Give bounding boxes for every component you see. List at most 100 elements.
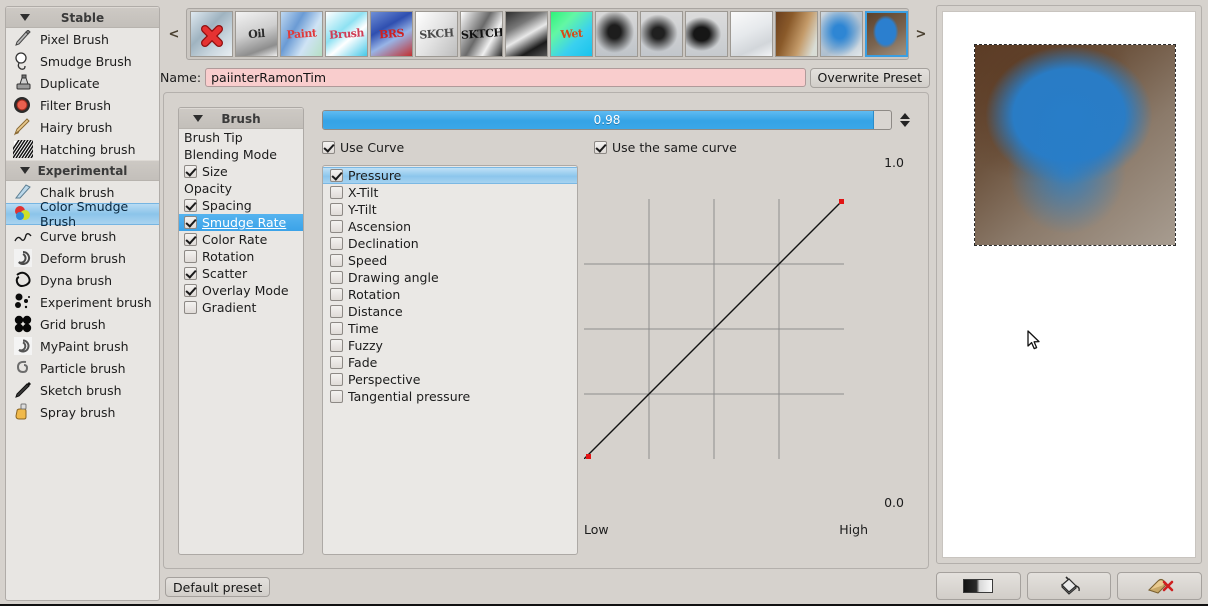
preset-thumb-14[interactable]	[820, 11, 863, 57]
preset-thumb-13[interactable]	[775, 11, 818, 57]
sensor-pressure[interactable]: Pressure	[323, 167, 577, 184]
preset-thumb-10[interactable]	[640, 11, 683, 57]
sensor-fuzzy[interactable]: Fuzzy	[323, 337, 577, 354]
sensor-drawing-angle[interactable]: Drawing angle	[323, 269, 577, 286]
preset-strip-next-button[interactable]: >	[913, 27, 929, 42]
brush-option-smudge-rate-checkbox[interactable]	[184, 216, 197, 229]
preset-thumb-9[interactable]	[595, 11, 638, 57]
sensor-ascension-checkbox[interactable]	[330, 220, 343, 233]
sensor-drawing-angle-checkbox[interactable]	[330, 271, 343, 284]
sensor-rotation-checkbox[interactable]	[330, 288, 343, 301]
sensor-tangential-pressure[interactable]: Tangential pressure	[323, 388, 577, 405]
sidebar-item-experiment-brush[interactable]: Experiment brush	[6, 291, 159, 313]
preset-thumb-6[interactable]: SKTCH	[460, 11, 503, 57]
sensor-y-tilt-checkbox[interactable]	[330, 203, 343, 216]
brush-option-size[interactable]: Size	[179, 163, 303, 180]
sensor-speed[interactable]: Speed	[323, 252, 577, 269]
sensor-fuzzy-checkbox[interactable]	[330, 339, 343, 352]
brush-option-gradient[interactable]: Gradient	[179, 299, 303, 316]
use-curve-checkbox-row[interactable]: Use Curve	[322, 140, 404, 155]
sensor-distance[interactable]: Distance	[323, 303, 577, 320]
overwrite-preset-button[interactable]: Overwrite Preset	[809, 67, 930, 88]
sensor-pressure-checkbox[interactable]	[330, 169, 343, 182]
use-same-curve-checkbox[interactable]	[594, 141, 607, 154]
brush-option-opacity[interactable]: Opacity	[179, 180, 303, 197]
brush-option-overlay-mode[interactable]: Overlay Mode	[179, 282, 303, 299]
sensor-perspective[interactable]: Perspective	[323, 371, 577, 388]
brush-option-spacing[interactable]: Spacing	[179, 197, 303, 214]
sidebar-item-deform-brush[interactable]: Deform brush	[6, 247, 159, 269]
sidebar-group-header-stable[interactable]: Stable	[6, 7, 159, 28]
preset-thumb-12[interactable]	[730, 11, 773, 57]
preset-thumb-15[interactable]	[865, 11, 908, 57]
spinner-down-icon[interactable]	[900, 121, 910, 127]
sidebar-item-dyna-brush[interactable]: Dyna brush	[6, 269, 159, 291]
brush-option-scatter-checkbox[interactable]	[184, 267, 197, 280]
scratchpad-canvas[interactable]	[942, 11, 1196, 558]
brush-option-brush-tip[interactable]: Brush Tip	[179, 129, 303, 146]
default-preset-button[interactable]: Default preset	[165, 577, 271, 597]
preset-thumb-3[interactable]: Brush	[325, 11, 368, 57]
sidebar-item-spray-brush[interactable]: Spray brush	[6, 401, 159, 423]
brush-option-gradient-checkbox[interactable]	[184, 301, 197, 314]
sidebar-item-sketch-brush[interactable]: Sketch brush	[6, 379, 159, 401]
brush-option-blending-mode[interactable]: Blending Mode	[179, 146, 303, 163]
brush-option-scatter[interactable]: Scatter	[179, 265, 303, 282]
sensor-distance-checkbox[interactable]	[330, 305, 343, 318]
sensor-x-tilt[interactable]: X-Tilt	[323, 184, 577, 201]
brush-option-rotation[interactable]: Rotation	[179, 248, 303, 265]
sensor-time-checkbox[interactable]	[330, 322, 343, 335]
sensor-ascension[interactable]: Ascension	[323, 218, 577, 235]
brush-option-size-checkbox[interactable]	[184, 165, 197, 178]
sensor-declination-checkbox[interactable]	[330, 237, 343, 250]
brush-option-spacing-checkbox[interactable]	[184, 199, 197, 212]
brush-option-color-rate-checkbox[interactable]	[184, 233, 197, 246]
use-same-curve-checkbox-row[interactable]: Use the same curve	[594, 140, 737, 155]
fill-scratchpad-button[interactable]	[1026, 572, 1112, 600]
slider-spinner[interactable]	[898, 109, 912, 131]
sensor-fade-checkbox[interactable]	[330, 356, 343, 369]
preset-thumb-8[interactable]: Wet	[550, 11, 593, 57]
brush-engine-sidebar[interactable]: Stable Pixel Brush Smudge Brush Duplicate Fi…	[5, 6, 160, 601]
preset-name-input[interactable]	[205, 68, 806, 87]
sidebar-item-particle-brush[interactable]: Particle brush	[6, 357, 159, 379]
preset-thumb-4[interactable]: BRS	[370, 11, 413, 57]
curve-editor-canvas[interactable]	[584, 199, 844, 459]
preset-thumb-7[interactable]	[505, 11, 548, 57]
sensor-tangential-pressure-checkbox[interactable]	[330, 390, 343, 403]
curve-control-point[interactable]	[586, 454, 591, 459]
preset-thumb-2[interactable]: Paint	[280, 11, 323, 57]
sensor-list[interactable]: Pressure X-Tilt Y-Tilt Ascension Declination…	[322, 165, 578, 555]
sidebar-item-smudge-brush[interactable]: Smudge Brush	[6, 50, 159, 72]
brush-option-list[interactable]: Brush Brush Tip Blending Mode Size Opacity S…	[178, 107, 304, 555]
preset-thumb-0[interactable]	[190, 11, 233, 57]
sensor-speed-checkbox[interactable]	[330, 254, 343, 267]
sensor-y-tilt[interactable]: Y-Tilt	[323, 201, 577, 218]
sidebar-item-filter-brush[interactable]: Filter Brush	[6, 94, 159, 116]
sidebar-item-pixel-brush[interactable]: Pixel Brush	[6, 28, 159, 50]
sidebar-item-duplicate[interactable]: Duplicate	[6, 72, 159, 94]
brush-option-rotation-checkbox[interactable]	[184, 250, 197, 263]
preset-thumb-5[interactable]: SKCH	[415, 11, 458, 57]
preset-thumb-1[interactable]: Oil	[235, 11, 278, 57]
gradient-swatch-button[interactable]	[936, 572, 1021, 600]
brush-option-smudge-rate[interactable]: Smudge Rate	[179, 214, 303, 231]
sidebar-group-header-experimental[interactable]: Experimental	[6, 160, 159, 181]
brush-option-overlay-mode-checkbox[interactable]	[184, 284, 197, 297]
sidebar-item-hatching-brush[interactable]: Hatching brush	[6, 138, 159, 160]
sidebar-item-hairy-brush[interactable]: Hairy brush	[6, 116, 159, 138]
brush-option-group-header[interactable]: Brush	[179, 108, 303, 129]
smudge-rate-slider[interactable]: 0.98	[322, 110, 892, 130]
spinner-up-icon[interactable]	[900, 113, 910, 119]
sensor-fade[interactable]: Fade	[323, 354, 577, 371]
sensor-rotation[interactable]: Rotation	[323, 286, 577, 303]
preset-strip-prev-button[interactable]: <	[166, 27, 182, 42]
use-curve-checkbox[interactable]	[322, 141, 335, 154]
sidebar-item-mypaint-brush[interactable]: MyPaint brush	[6, 335, 159, 357]
sensor-time[interactable]: Time	[323, 320, 577, 337]
sidebar-item-grid-brush[interactable]: Grid brush	[6, 313, 159, 335]
preset-thumbnail-strip[interactable]: Oil Paint Brush BRS SKCH SKTCH Wet	[186, 8, 909, 60]
sensor-perspective-checkbox[interactable]	[330, 373, 343, 386]
preset-thumb-11[interactable]	[685, 11, 728, 57]
sensor-declination[interactable]: Declination	[323, 235, 577, 252]
